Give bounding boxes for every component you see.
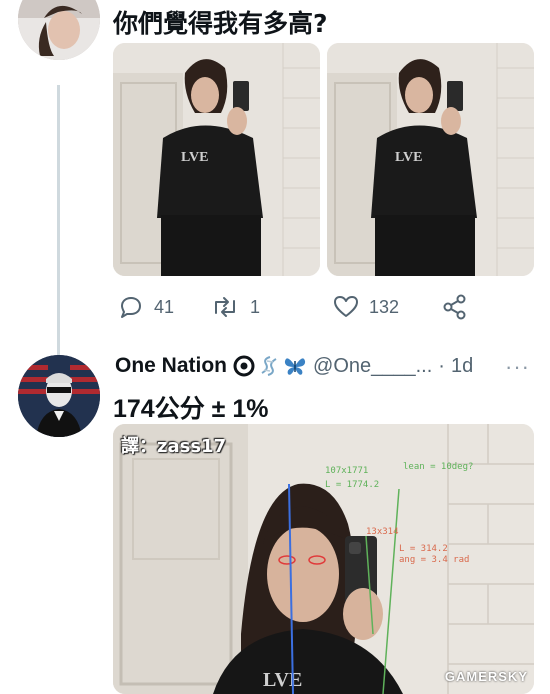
retweet-action[interactable]: 1 <box>210 292 260 322</box>
like-count: 132 <box>369 296 400 317</box>
measure-label-phone: 13x314 <box>366 527 399 537</box>
analysis-photo[interactable]: LVE 譯：zass17 107x1771 L = 1774.2 lean = … <box>113 424 534 694</box>
measure-label-lean: lean = 10deg? <box>403 462 474 472</box>
measure-label-height: L = 1774.2 <box>325 480 380 490</box>
reply-icon <box>121 297 141 318</box>
retweet-count: 1 <box>250 296 261 317</box>
target-icon <box>233 355 255 377</box>
retweet-icon <box>215 297 235 317</box>
like-action[interactable]: 132 <box>333 292 399 322</box>
post-time[interactable]: 1d <box>451 355 473 378</box>
svg-text:LVE: LVE <box>181 150 209 165</box>
reply-header: One Nation @One____... · 1d <box>115 354 473 378</box>
watermark: GAMERSKY <box>444 669 528 684</box>
dna-icon <box>261 356 277 376</box>
tweet-photo-1[interactable]: LVE <box>113 43 320 276</box>
display-name[interactable]: One Nation <box>115 354 227 378</box>
heart-icon <box>334 296 358 317</box>
butterfly-icon <box>284 358 306 375</box>
share-icon <box>443 294 466 320</box>
user-handle[interactable]: @One____... <box>313 355 432 378</box>
thread-line <box>57 85 60 355</box>
reply-action[interactable]: 41 <box>118 292 174 322</box>
translator-credit: 譯：zass17 <box>121 436 227 457</box>
tweet-text: 你們覺得我有多高? <box>113 9 328 38</box>
measure-label-angle: ang = 3.4 rad <box>399 555 470 565</box>
reply-count: 41 <box>154 296 175 317</box>
svg-text:LVE: LVE <box>395 150 423 165</box>
more-options-icon[interactable]: ··· <box>505 354 530 380</box>
reply-avatar[interactable] <box>18 355 100 437</box>
measure-label-phone-length: L = 314.2 <box>399 544 448 554</box>
tweet-photo-2[interactable]: LVE <box>327 43 534 276</box>
svg-text:LVE: LVE <box>263 669 302 691</box>
share-action[interactable] <box>442 292 468 322</box>
reply-text: 174公分 ± 1% <box>113 395 269 423</box>
separator-dot: · <box>438 354 445 377</box>
author-avatar[interactable] <box>18 0 100 60</box>
measure-label-box: 107x1771 <box>325 466 369 476</box>
